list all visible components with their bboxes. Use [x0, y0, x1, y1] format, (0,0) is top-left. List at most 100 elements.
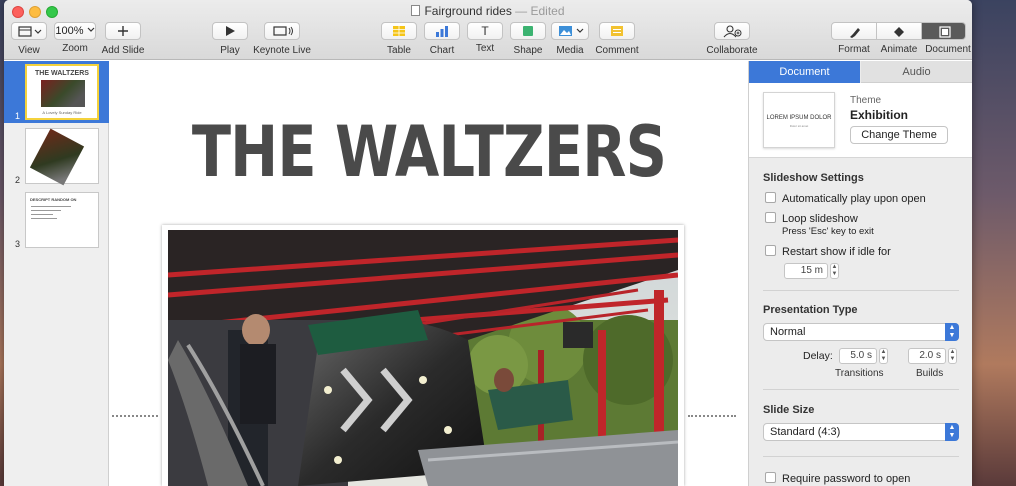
- slide-number: 1: [15, 111, 21, 121]
- table-label: Table: [387, 45, 411, 56]
- animate-button[interactable]: [877, 23, 922, 39]
- presentation-type-heading: Presentation Type: [763, 304, 858, 316]
- auto-play-option[interactable]: Automatically play upon open: [765, 192, 926, 205]
- change-theme-button[interactable]: Change Theme: [850, 126, 948, 144]
- view-control[interactable]: View: [10, 22, 48, 56]
- loop-note: Press 'Esc' key to exit: [782, 226, 874, 237]
- document-inspector-icon: [938, 26, 951, 38]
- text-label: Text: [475, 43, 495, 54]
- table-icon: [393, 26, 405, 36]
- text-button[interactable]: T: [467, 22, 503, 40]
- document-label: Document: [925, 44, 971, 55]
- comment-icon: [611, 26, 623, 36]
- loop-checkbox[interactable]: [765, 212, 776, 223]
- section-divider: [763, 389, 959, 390]
- restart-option[interactable]: Restart show if idle for: [765, 245, 891, 258]
- slide-canvas[interactable]: THE WALTZERS: [110, 61, 748, 486]
- slideshow-settings-heading: Slideshow Settings: [763, 172, 864, 184]
- window-title: Fairground rides — Edited: [4, 4, 972, 18]
- shape-control[interactable]: Shape: [509, 22, 547, 56]
- password-option[interactable]: Require password to open: [765, 472, 910, 485]
- theme-preview-subtitle: Dolor sit amet: [789, 124, 809, 128]
- table-control[interactable]: Table: [380, 22, 418, 56]
- play-control[interactable]: Play: [211, 22, 249, 56]
- text-icon: T: [481, 24, 489, 38]
- thumb-text-line: [31, 218, 57, 219]
- shape-label: Shape: [513, 45, 543, 56]
- plus-icon: [118, 26, 128, 36]
- chart-control[interactable]: Chart: [423, 22, 461, 56]
- add-slide-button[interactable]: [105, 22, 141, 40]
- animate-label: Animate: [880, 44, 918, 55]
- document-icon: [411, 5, 421, 16]
- thumb-text-line: [31, 214, 53, 215]
- format-label: Format: [838, 44, 870, 55]
- transitions-delay-field[interactable]: 5.0 s: [839, 348, 877, 364]
- keynote-live-button[interactable]: [264, 22, 300, 40]
- slide-thumbnail-2[interactable]: 2: [4, 125, 109, 187]
- zoom-control[interactable]: 100% Zoom: [54, 22, 96, 54]
- play-icon: [226, 26, 235, 36]
- slide-thumb-preview: THE WALTZERS A Lovely Sunday Ride: [25, 64, 99, 120]
- slide-size-heading: Slide Size: [763, 404, 815, 416]
- idle-time-field[interactable]: 15 m: [784, 263, 828, 279]
- comment-control[interactable]: Comment: [593, 22, 641, 56]
- tab-audio[interactable]: Audio: [861, 61, 972, 83]
- keynote-live-icon: [273, 26, 293, 36]
- toolbar: Fairground rides — Edited View 100% Zoom: [4, 0, 972, 60]
- thumb-title: THE WALTZERS: [35, 70, 89, 77]
- keynote-window: Fairground rides — Edited View 100% Zoom: [4, 0, 972, 486]
- chart-button[interactable]: [424, 22, 460, 40]
- zoom-button[interactable]: 100%: [54, 22, 96, 40]
- slide-size-select[interactable]: Standard (4:3) ▲ ▼: [763, 423, 959, 441]
- password-label: Require password to open: [782, 473, 911, 485]
- loop-option[interactable]: Loop slideshow: [765, 212, 858, 225]
- builds-delay-field[interactable]: 2.0 s: [908, 348, 946, 364]
- auto-play-checkbox[interactable]: [765, 192, 776, 203]
- media-control[interactable]: Media: [550, 22, 590, 56]
- collaborate-control[interactable]: Collaborate: [706, 22, 758, 56]
- table-button[interactable]: [381, 22, 417, 40]
- thumb-caption: A Lovely Sunday Ride: [42, 110, 82, 115]
- theme-label: Theme: [850, 95, 882, 106]
- collaborate-label: Collaborate: [706, 45, 758, 56]
- keynote-live-control[interactable]: Keynote Live: [252, 22, 312, 56]
- transitions-delay-stepper[interactable]: ▲ ▼: [879, 348, 888, 364]
- text-control[interactable]: T Text: [466, 22, 504, 54]
- comment-label: Comment: [595, 45, 639, 56]
- presentation-type-select[interactable]: Normal ▲ ▼: [763, 323, 959, 341]
- view-button[interactable]: [11, 22, 47, 40]
- media-button[interactable]: [551, 22, 589, 40]
- inspector-segmented-control[interactable]: [831, 22, 966, 40]
- idle-time-stepper[interactable]: ▲ ▼: [830, 263, 839, 279]
- comment-button[interactable]: [599, 22, 635, 40]
- slide-thumbnail-3[interactable]: DESCRIPT RANDOM ON 3: [4, 189, 109, 251]
- paintbrush-icon: [850, 28, 860, 38]
- tab-document[interactable]: Document: [749, 61, 860, 83]
- section-divider: [763, 456, 959, 457]
- transitions-caption: Transitions: [835, 368, 884, 379]
- format-button[interactable]: [832, 23, 877, 39]
- thumb-photo: [29, 128, 85, 186]
- slide-navigator: THE WALTZERS A Lovely Sunday Ride 1 2 DE…: [4, 61, 109, 486]
- slide-thumbnail-1[interactable]: THE WALTZERS A Lovely Sunday Ride 1: [4, 61, 109, 123]
- password-checkbox[interactable]: [765, 472, 776, 483]
- shape-button[interactable]: [510, 22, 546, 40]
- select-arrows-icon: ▲ ▼: [945, 323, 959, 341]
- thumb-text-line: [31, 210, 61, 211]
- slide-edge-guide: [688, 415, 736, 417]
- loop-label: Loop slideshow: [782, 213, 858, 225]
- document-button[interactable]: [922, 23, 965, 39]
- edited-status: — Edited: [515, 4, 565, 18]
- chevron-down-icon: [87, 27, 95, 32]
- restart-checkbox[interactable]: [765, 245, 776, 256]
- slide-title[interactable]: THE WALTZERS: [167, 111, 690, 193]
- presentation-type-value: Normal: [770, 326, 806, 338]
- slide-photo[interactable]: [162, 225, 684, 486]
- builds-delay-stepper[interactable]: ▲ ▼: [948, 348, 957, 364]
- play-label: Play: [220, 45, 240, 56]
- add-slide-control[interactable]: Add Slide: [100, 22, 146, 56]
- collaborate-button[interactable]: [714, 22, 750, 40]
- document-inspector: Document Audio LOREM IPSUM DOLOR Dolor s…: [748, 61, 972, 486]
- play-button[interactable]: [212, 22, 248, 40]
